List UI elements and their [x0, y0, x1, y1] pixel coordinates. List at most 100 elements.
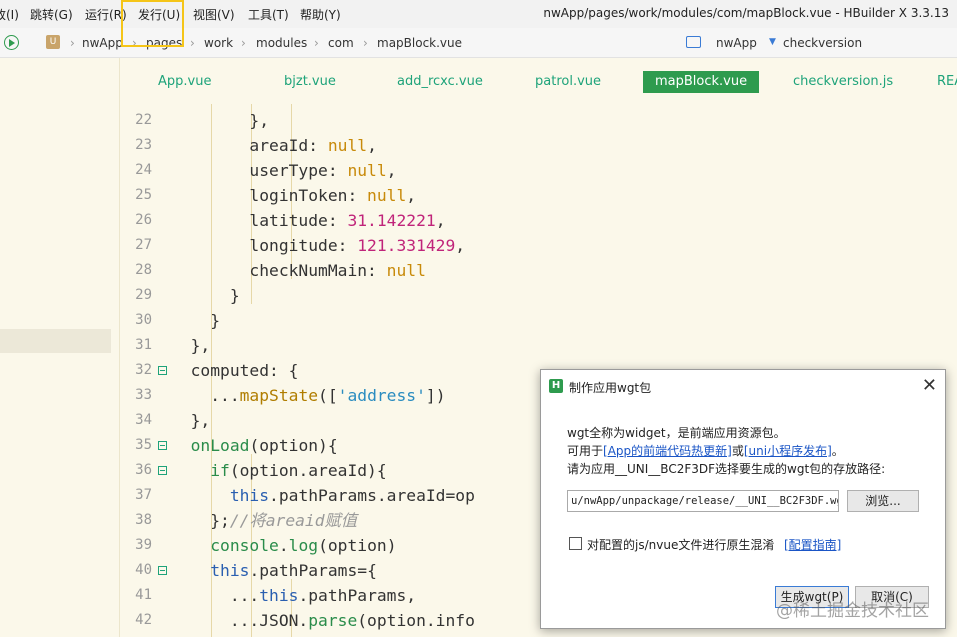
tab-app-vue[interactable]: App.vue — [158, 71, 211, 93]
watermark: @稀土掘金技术社区 — [776, 601, 929, 621]
tab-checkversion-js[interactable]: checkversion.js — [793, 71, 893, 93]
line-number: 39 — [135, 537, 152, 553]
tab-patrol-vue[interactable]: patrol.vue — [535, 71, 601, 93]
hot-update-link[interactable]: [App的前端代码热更新] — [603, 444, 732, 458]
run-target[interactable]: checkversion — [783, 36, 862, 50]
line-number: 29 — [135, 287, 152, 303]
code-token: ]) — [425, 386, 446, 405]
tab-mapblock-vue[interactable]: mapBlock.vue — [643, 71, 760, 93]
code-token: }, — [171, 411, 211, 430]
code-token: (option) — [318, 536, 397, 555]
code-line[interactable]: 23 areaId: null, — [120, 133, 957, 158]
code-token: .pathParams, — [298, 586, 417, 605]
code-token: ... — [171, 386, 240, 405]
code-line[interactable]: 29 } — [120, 283, 957, 308]
code-token: }; — [171, 511, 230, 530]
menu-help[interactable]: 帮助(Y) — [300, 6, 341, 23]
menu-tools[interactable]: 工具(T) — [248, 6, 289, 23]
code-token: }, — [171, 336, 211, 355]
run-icon[interactable] — [4, 35, 19, 50]
line-number: 22 — [135, 112, 152, 128]
line-number: 34 — [135, 412, 152, 428]
code-line[interactable]: 27 longitude: 121.331429, — [120, 233, 957, 258]
obfuscate-checkbox[interactable] — [569, 537, 582, 550]
line-number: 27 — [135, 237, 152, 253]
code-token: mapState — [239, 386, 319, 405]
code-line[interactable]: 22 }, — [120, 108, 957, 133]
code-token: null — [386, 261, 426, 280]
breadcrumb-item-file[interactable]: mapBlock.vue — [377, 36, 462, 50]
line-number: 38 — [135, 512, 152, 528]
breadcrumb-item-work[interactable]: work — [204, 36, 233, 50]
breadcrumb-item-modules[interactable]: modules — [256, 36, 307, 50]
code-text: console.log(option) — [171, 533, 397, 558]
breadcrumb-separator-icon: › — [70, 36, 75, 50]
line-number: 37 — [135, 487, 152, 503]
code-text: ...mapState(['address']) — [171, 383, 446, 408]
code-token: null — [347, 161, 387, 180]
menu-edit[interactable]: 改(I) — [0, 6, 19, 23]
fold-icon[interactable] — [158, 441, 167, 450]
project-tree-selected-row[interactable] — [0, 329, 111, 353]
mini-program-link[interactable]: [uni小程序发布] — [744, 444, 832, 458]
line-number: 33 — [135, 387, 152, 403]
tab-add-rcxc-vue[interactable]: add_rcxc.vue — [397, 71, 483, 93]
code-token: console — [210, 536, 279, 555]
code-line[interactable]: 30 } — [120, 308, 957, 333]
window-title: nwApp/pages/work/modules/com/mapBlock.vu… — [543, 6, 949, 20]
menu-view[interactable]: 视图(V) — [193, 6, 235, 23]
menu-bar: 改(I) 跳转(G) 运行(R) 发行(U) 视图(V) 工具(T) 帮助(Y)… — [0, 0, 957, 28]
code-line[interactable]: 24 userType: null, — [120, 158, 957, 183]
tab-bjzt-vue[interactable]: bjzt.vue — [284, 71, 336, 93]
code-line[interactable]: 28 checkNumMain: null — [120, 258, 957, 283]
code-line[interactable]: 31 }, — [120, 333, 957, 358]
code-text: ...this.pathParams, — [171, 583, 416, 608]
make-wgt-dialog: H 制作应用wgt包 ✕ wgt全称为widget，是前端应用资源包。 可用于[… — [540, 369, 946, 629]
tab-readme[interactable]: REA — [937, 71, 957, 93]
breadcrumb-item-com[interactable]: com — [328, 36, 354, 50]
code-text: this.pathParams={ — [171, 558, 377, 583]
folder-icon[interactable] — [686, 36, 701, 48]
code-token: null — [367, 186, 407, 205]
code-text: } — [171, 308, 220, 333]
chevron-down-icon[interactable]: ▼ — [769, 37, 776, 47]
code-text: ...JSON.parse(option.info — [171, 608, 475, 633]
code-token: null — [327, 136, 368, 155]
code-text: userType: null, — [171, 158, 396, 183]
close-icon[interactable]: ✕ — [922, 375, 937, 396]
output-path-input[interactable]: u/nwApp/unpackage/release/__UNI__BC2F3DF… — [567, 490, 839, 512]
hbuilder-window: 改(I) 跳转(G) 运行(R) 发行(U) 视图(V) 工具(T) 帮助(Y)… — [0, 0, 957, 637]
fold-icon[interactable] — [158, 366, 167, 375]
line-number: 24 — [135, 162, 152, 178]
menu-goto[interactable]: 跳转(G) — [30, 6, 73, 23]
line-number: 30 — [135, 312, 152, 328]
code-token: ([ — [318, 386, 338, 405]
code-line[interactable]: 26 latitude: 31.142221, — [120, 208, 957, 233]
project-select[interactable]: nwApp — [716, 36, 757, 50]
usage-prefix: 可用于 — [567, 444, 604, 458]
line-number: 42 — [135, 612, 152, 628]
editor-tabs: App.vue bjzt.vue add_rcxc.vue patrol.vue… — [120, 58, 957, 104]
code-line[interactable]: 25 loginToken: null, — [120, 183, 957, 208]
menu-run[interactable]: 运行(R) — [85, 6, 127, 23]
code-token: .pathParams={ — [249, 561, 377, 580]
config-guide-link[interactable]: [配置指南] — [784, 536, 841, 553]
fold-icon[interactable] — [158, 566, 167, 575]
code-token: ...JSON. — [171, 611, 309, 630]
breadcrumb-item-pages[interactable]: pages — [146, 36, 182, 50]
dialog-path-prompt: 请为应用__UNI__BC2F3DF选择要生成的wgt包的存放路径: — [567, 462, 886, 476]
line-number: 32 — [135, 362, 152, 378]
code-token: loginToken: — [171, 186, 368, 205]
code-token: this — [210, 561, 250, 580]
breadcrumb-separator-icon: › — [241, 36, 246, 50]
breadcrumb-separator-icon: › — [314, 36, 319, 50]
code-token: , — [367, 136, 377, 155]
menu-publish[interactable]: 发行(U) — [138, 6, 180, 23]
breadcrumb-item-nwapp[interactable]: nwApp — [82, 36, 123, 50]
line-number: 23 — [135, 137, 152, 153]
line-number: 35 — [135, 437, 152, 453]
fold-icon[interactable] — [158, 466, 167, 475]
browse-button[interactable]: 浏览... — [847, 490, 919, 512]
